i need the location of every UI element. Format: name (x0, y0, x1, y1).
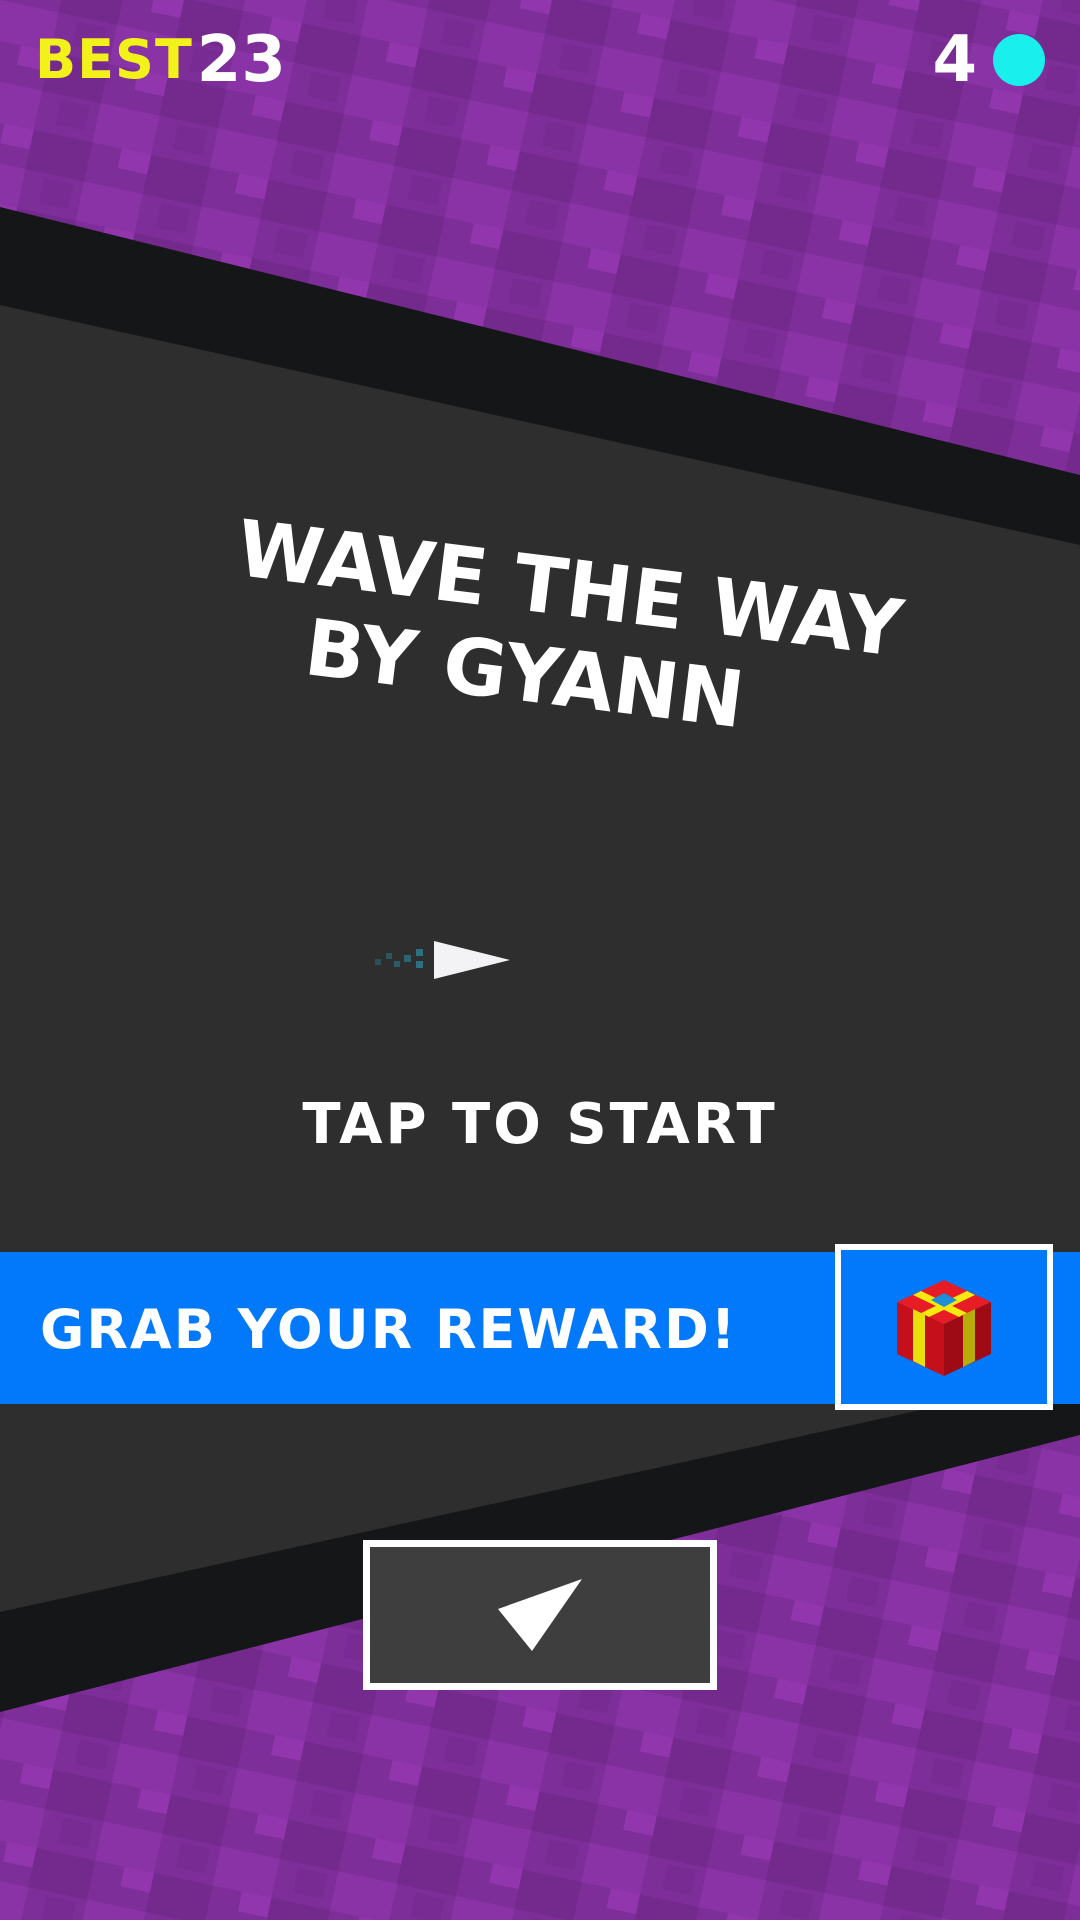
coin-count: 4 (932, 23, 977, 97)
player-trail (375, 949, 423, 968)
gift-button[interactable] (835, 1244, 1053, 1410)
tap-to-start-prompt[interactable]: TAP TO START (0, 1090, 1080, 1160)
best-score: BEST 23 (35, 23, 286, 97)
coin-counter: 4 (932, 23, 1045, 97)
play-button[interactable] (363, 1540, 717, 1690)
gift-icon (897, 1280, 991, 1376)
best-label: BEST (35, 28, 193, 91)
coin-icon (993, 34, 1045, 86)
best-value: 23 (196, 23, 286, 97)
player-arrow-icon (434, 941, 510, 979)
player-wave-arrow (375, 941, 510, 979)
reward-label[interactable]: GRAB YOUR REWARD! (40, 1285, 737, 1375)
play-arrow-icon (498, 1579, 582, 1651)
